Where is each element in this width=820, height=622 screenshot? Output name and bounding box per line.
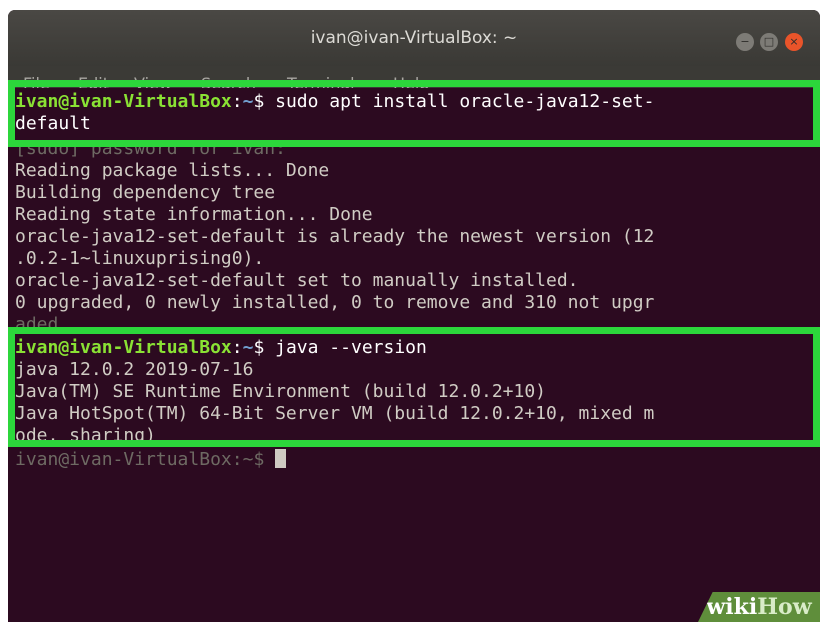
terminal-prompt-line: ivan@ivan-VirtualBox:~$ <box>15 449 287 471</box>
terminal-line: Reading package lists... Done <box>15 160 330 181</box>
terminal-line: Building dependency tree <box>15 182 276 203</box>
terminal-line: .0.2-1~linuxuprising0). <box>15 248 265 269</box>
terminal-line: 0 upgraded, 0 newly installed, 0 to remo… <box>15 292 655 313</box>
maximize-icon[interactable]: □ <box>760 33 778 51</box>
highlight-box-install-command <box>8 80 820 147</box>
terminal-line: Reading state information... Done <box>15 204 373 225</box>
close-icon[interactable]: × <box>785 33 803 51</box>
text-cursor <box>275 449 287 468</box>
window-title: ivan@ivan-VirtualBox: ~ <box>310 28 518 48</box>
terminal-line: oracle-java12-set-default is already the… <box>15 226 655 247</box>
highlight-box-version-output <box>8 327 820 447</box>
terminal-line: oracle-java12-set-default set to manuall… <box>15 270 579 291</box>
minimize-icon[interactable]: − <box>736 33 754 51</box>
wikihow-logo: wikiHow <box>698 592 820 622</box>
terminal-window: ivan@ivan-VirtualBox: ~ − □ × File Edit … <box>8 10 820 622</box>
title-bar[interactable]: ivan@ivan-VirtualBox: ~ − □ × <box>8 10 820 66</box>
